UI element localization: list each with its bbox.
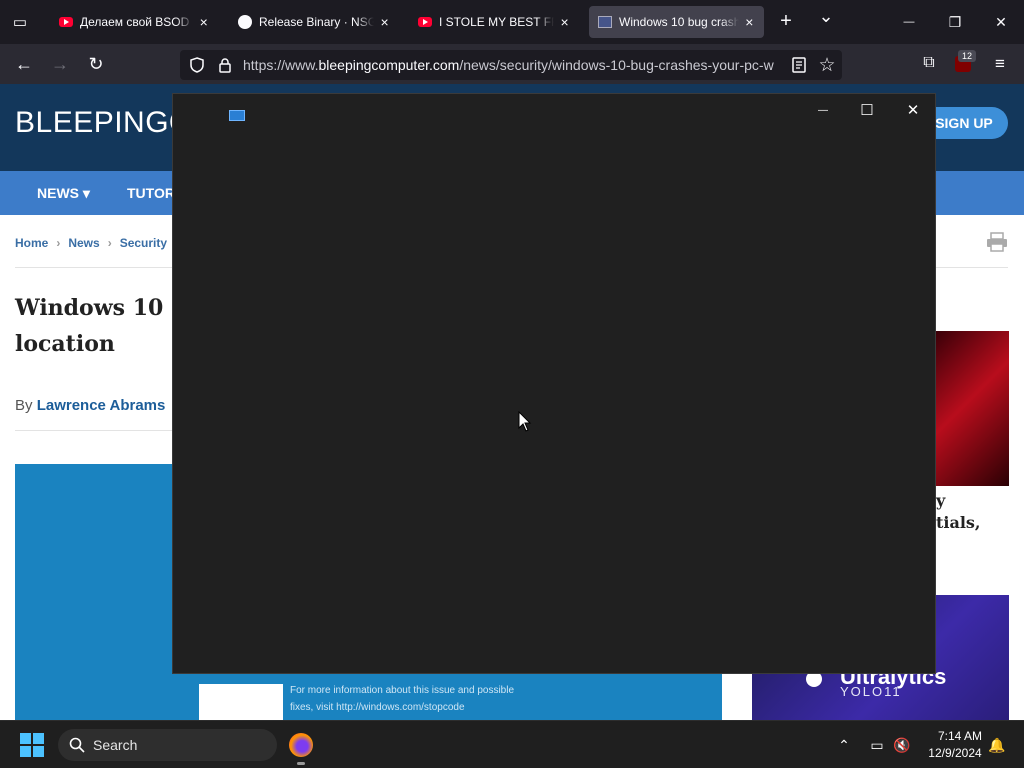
clock-date[interactable]: 12/9/2024 — [925, 746, 985, 760]
article-title-line: location — [15, 331, 115, 357]
tracking-protection-icon[interactable] — [188, 56, 206, 74]
divider — [15, 430, 175, 431]
nav-news[interactable]: NEWS ▾ — [37, 185, 90, 202]
url-prefix: https://www. — [243, 57, 319, 73]
volume-muted-icon[interactable]: 🔇 — [890, 733, 914, 757]
app-icon — [229, 110, 245, 121]
notification-bell-icon[interactable]: 🔔 — [985, 733, 1009, 757]
breadcrumb-news[interactable]: News — [68, 236, 99, 250]
menu-icon[interactable]: ≡ — [990, 54, 1010, 74]
stopcode-line: For more information about this issue an… — [290, 685, 515, 696]
search-placeholder: Search — [93, 737, 138, 753]
tab-title: Release Binary · NSG650/ — [259, 15, 375, 29]
tab-title: Делаем свой BSOD в Windows — [80, 15, 193, 29]
firefox-icon[interactable] — [289, 733, 313, 757]
tab-title: I STOLE MY BEST FRIEND — [439, 15, 554, 29]
search-icon — [68, 736, 86, 754]
new-tab-button[interactable]: + — [776, 10, 796, 34]
tab-list-button[interactable]: ⌄ — [816, 6, 836, 30]
taskbar: Search ⌃ ▭ 🔇 7:14 AM 12/9/2024 🔔 — [0, 720, 1024, 768]
reader-view-icon[interactable] — [790, 56, 808, 74]
clock-time[interactable]: 7:14 AM — [935, 729, 985, 743]
url-text[interactable]: https://www.bleepingcomputer.com/news/se… — [243, 57, 783, 73]
bleepingcomputer-icon — [597, 14, 613, 30]
extension-badge: 12 — [958, 50, 976, 62]
close-tab-icon[interactable]: × — [378, 14, 391, 30]
bookmark-star-icon[interactable]: ☆ — [817, 54, 837, 76]
close-tab-icon[interactable]: × — [197, 14, 210, 30]
windows-start-icon[interactable] — [20, 733, 44, 757]
sidebar-article-title-line: tials, — [936, 513, 981, 532]
tab-bar: ▭ Делаем свой BSOD в Windows × Release B… — [0, 0, 1024, 44]
sidebar-article-title[interactable]: y tials, — [936, 490, 981, 534]
article-title: Windows 10 location — [15, 290, 163, 362]
tab-release-binary[interactable]: Release Binary · NSG650/ × — [229, 6, 399, 38]
close-tab-icon[interactable]: × — [558, 14, 571, 30]
youtube-icon — [58, 14, 74, 30]
logo-light: BLEEPING — [15, 106, 170, 139]
network-icon[interactable]: ▭ — [865, 733, 889, 757]
back-button[interactable]: ← — [10, 50, 38, 78]
running-indicator — [297, 762, 305, 765]
stopcode-line: fixes, visit http://windows.com/stopcode — [290, 702, 465, 713]
qr-code-icon — [199, 684, 283, 720]
firefox-view-icon[interactable]: ▭ — [10, 12, 30, 32]
article-title-line: Windows 10 — [15, 295, 164, 321]
github-icon — [237, 14, 253, 30]
close-button[interactable]: ✕ — [891, 96, 935, 124]
chevron-right-icon: › — [56, 236, 61, 250]
extensions-icon[interactable]: ⧉ — [919, 54, 939, 74]
url-domain: bleepingcomputer.com — [318, 57, 460, 73]
stopcode-text: For more information about this issue an… — [290, 682, 514, 716]
forward-button[interactable]: → — [46, 50, 74, 78]
youtube-icon — [417, 14, 433, 30]
minimize-button[interactable]: — — [801, 96, 845, 124]
print-icon[interactable] — [986, 232, 1008, 252]
blank-overlay-window[interactable]: — ☐ ✕ — [172, 93, 936, 674]
taskbar-search[interactable] — [58, 729, 277, 761]
tab-stole-best-friend[interactable]: I STOLE MY BEST FRIEND × — [409, 6, 579, 38]
close-tab-icon[interactable]: × — [743, 14, 756, 30]
ad-subtitle: YOLO11 — [840, 684, 902, 699]
breadcrumb: Home › News › Security — [15, 236, 167, 250]
breadcrumb-security[interactable]: Security — [120, 236, 167, 250]
nav-tutorials[interactable]: TUTOR — [127, 185, 175, 201]
close-window-button[interactable]: ✕ — [978, 0, 1024, 44]
tab-windows-10-bug[interactable]: Windows 10 bug crashes × — [589, 6, 764, 38]
chevron-right-icon: › — [107, 236, 112, 250]
url-path: /news/security/windows-10-bug-crashes-yo… — [459, 57, 774, 73]
maximize-button[interactable]: ☐ — [845, 96, 889, 124]
breadcrumb-home[interactable]: Home — [15, 236, 48, 250]
mouse-cursor-icon — [518, 410, 532, 433]
byline: By Lawrence Abrams — [15, 397, 165, 414]
restore-button[interactable]: ❐ — [932, 0, 978, 44]
minimize-button[interactable]: — — [886, 0, 932, 44]
lock-icon[interactable] — [216, 56, 234, 74]
byline-prefix: By — [15, 397, 33, 414]
chevron-up-icon[interactable]: ⌃ — [832, 733, 856, 757]
sidebar-article-image[interactable] — [936, 331, 1009, 486]
reload-button[interactable]: ↻ — [82, 50, 110, 78]
tab-bsod-video[interactable]: Делаем свой BSOD в Windows × — [50, 6, 218, 38]
author-link[interactable]: Lawrence Abrams — [37, 397, 166, 414]
tab-title: Windows 10 bug crashes — [619, 15, 739, 29]
sidebar-article-title-line: y — [936, 491, 946, 510]
